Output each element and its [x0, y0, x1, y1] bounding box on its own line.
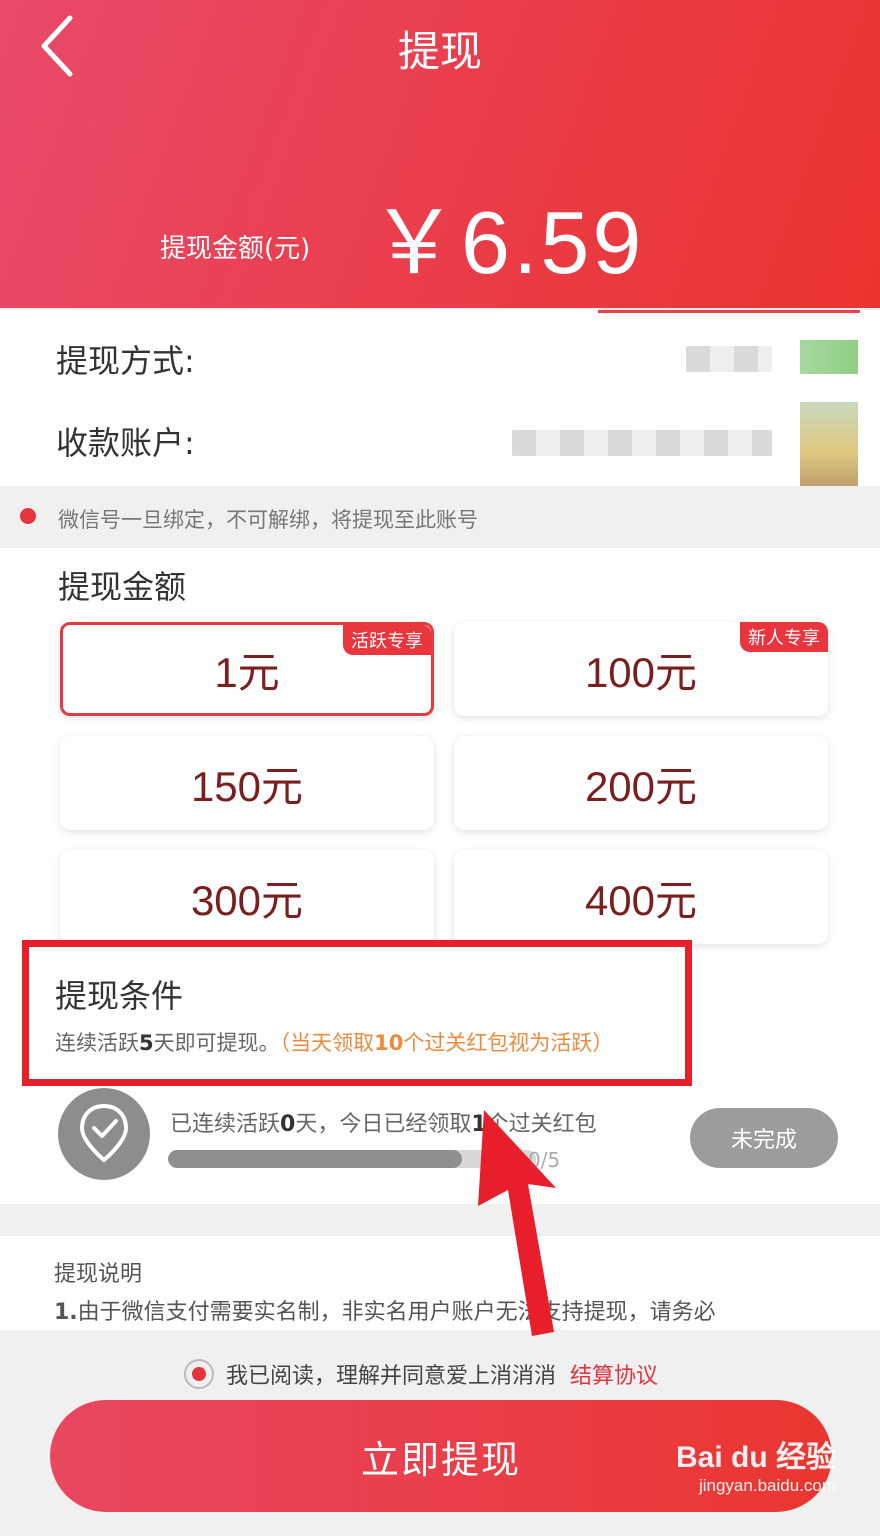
- withdraw-method-label: 提现方式:: [56, 342, 195, 380]
- amount-option-300[interactable]: 300元: [60, 850, 434, 944]
- bind-notice: 微信号一旦绑定，不可解绑，将提现至此账号: [0, 488, 880, 546]
- account-card: 提现方式: 收款账户:: [0, 310, 880, 486]
- amount-option-400[interactable]: 400元: [454, 850, 828, 944]
- option-label: 1元: [214, 648, 280, 696]
- agreement-text: 我已阅读，理解并同意爱上消消消: [226, 1364, 557, 1389]
- amount-option-150[interactable]: 150元: [60, 736, 434, 830]
- notice-text: 微信号一旦绑定，不可解绑，将提现至此账号: [58, 508, 478, 532]
- wechat-icon: [800, 340, 858, 374]
- settlement-agreement-link[interactable]: 结算协议: [570, 1358, 658, 1390]
- option-label: 150元: [190, 762, 304, 810]
- option-label: 400元: [584, 876, 698, 924]
- conditions-days: 5: [139, 1031, 154, 1055]
- note-part: （当天领取: [279, 1031, 375, 1055]
- annotation-arrow-icon: [478, 1110, 556, 1336]
- option-label: 100元: [584, 648, 698, 696]
- progress-text-part: 已连续活跃: [170, 1112, 281, 1137]
- baidu-watermark: Bai du 经验 jingyan.baidu.com: [676, 1432, 836, 1496]
- agreement-radio[interactable]: [184, 1359, 214, 1389]
- conditions-text: 连续活跃5天即可提现。（当天领取10个过关红包视为活跃）: [55, 1027, 613, 1057]
- progress-days: 0: [280, 1112, 296, 1137]
- status-button[interactable]: 未完成: [690, 1108, 838, 1168]
- option-label: 200元: [584, 762, 698, 810]
- option-label: 300元: [190, 876, 304, 924]
- conditions-text-part: 连续活跃: [55, 1031, 139, 1055]
- amount-option-100[interactable]: 100元 新人专享: [454, 622, 828, 716]
- option-tag: 新人专享: [740, 622, 828, 652]
- progress-text-part: 天，今日已经领取: [295, 1112, 472, 1137]
- withdraw-conditions: 提现条件 连续活跃5天即可提现。（当天领取10个过关红包视为活跃）: [22, 940, 692, 1086]
- balance-label: 提现金额(元): [160, 234, 311, 264]
- checkmark-badge-icon: [58, 1088, 150, 1180]
- conditions-text-part: 天即可提现。: [153, 1031, 280, 1055]
- balance-value: ￥6.59: [370, 193, 645, 292]
- amount-option-200[interactable]: 200元: [454, 736, 828, 830]
- conditions-note: （当天领取10个过关红包视为活跃）: [280, 1031, 614, 1055]
- explanation-text: 1.由于微信支付需要实名制，非实名用户账户无法支持提现，请务必: [54, 1294, 716, 1326]
- note-part: 个过关红包视为活跃）: [403, 1031, 614, 1055]
- note-count: 10: [374, 1031, 404, 1055]
- conditions-title: 提现条件: [55, 977, 184, 1015]
- progress-fill: [168, 1150, 463, 1168]
- agreement-row: 我已阅读，理解并同意爱上消消消 结算协议: [184, 1358, 658, 1390]
- watermark-url: jingyan.baidu.com: [698, 1476, 836, 1495]
- withdraw-explanation: 提现说明 1.由于微信支付需要实名制，非实名用户账户无法支持提现，请务必: [0, 1236, 880, 1330]
- watermark-brand: Bai du 经验: [675, 1441, 836, 1474]
- blurred-account: [512, 430, 772, 456]
- divider: [598, 310, 860, 313]
- option-tag: 活跃专享: [343, 625, 431, 655]
- page-title: 提现: [397, 27, 482, 76]
- explanation-title: 提现说明: [54, 1262, 143, 1287]
- receiving-account-label: 收款账户:: [56, 424, 195, 462]
- radio-dot: [192, 1367, 206, 1381]
- amount-option-1[interactable]: 1元 活跃专享: [60, 622, 434, 716]
- amount-section-title: 提现金额: [58, 568, 187, 606]
- header: 提现 提现金额(元) ￥6.59: [0, 0, 880, 308]
- explanation-number: 1.: [54, 1300, 78, 1325]
- avatar: [800, 402, 858, 486]
- explanation-line: 由于微信支付需要实名制，非实名用户账户无法支持提现，请务必: [77, 1300, 716, 1325]
- blurred-method: [686, 346, 772, 372]
- notice-dot-icon: [20, 508, 36, 524]
